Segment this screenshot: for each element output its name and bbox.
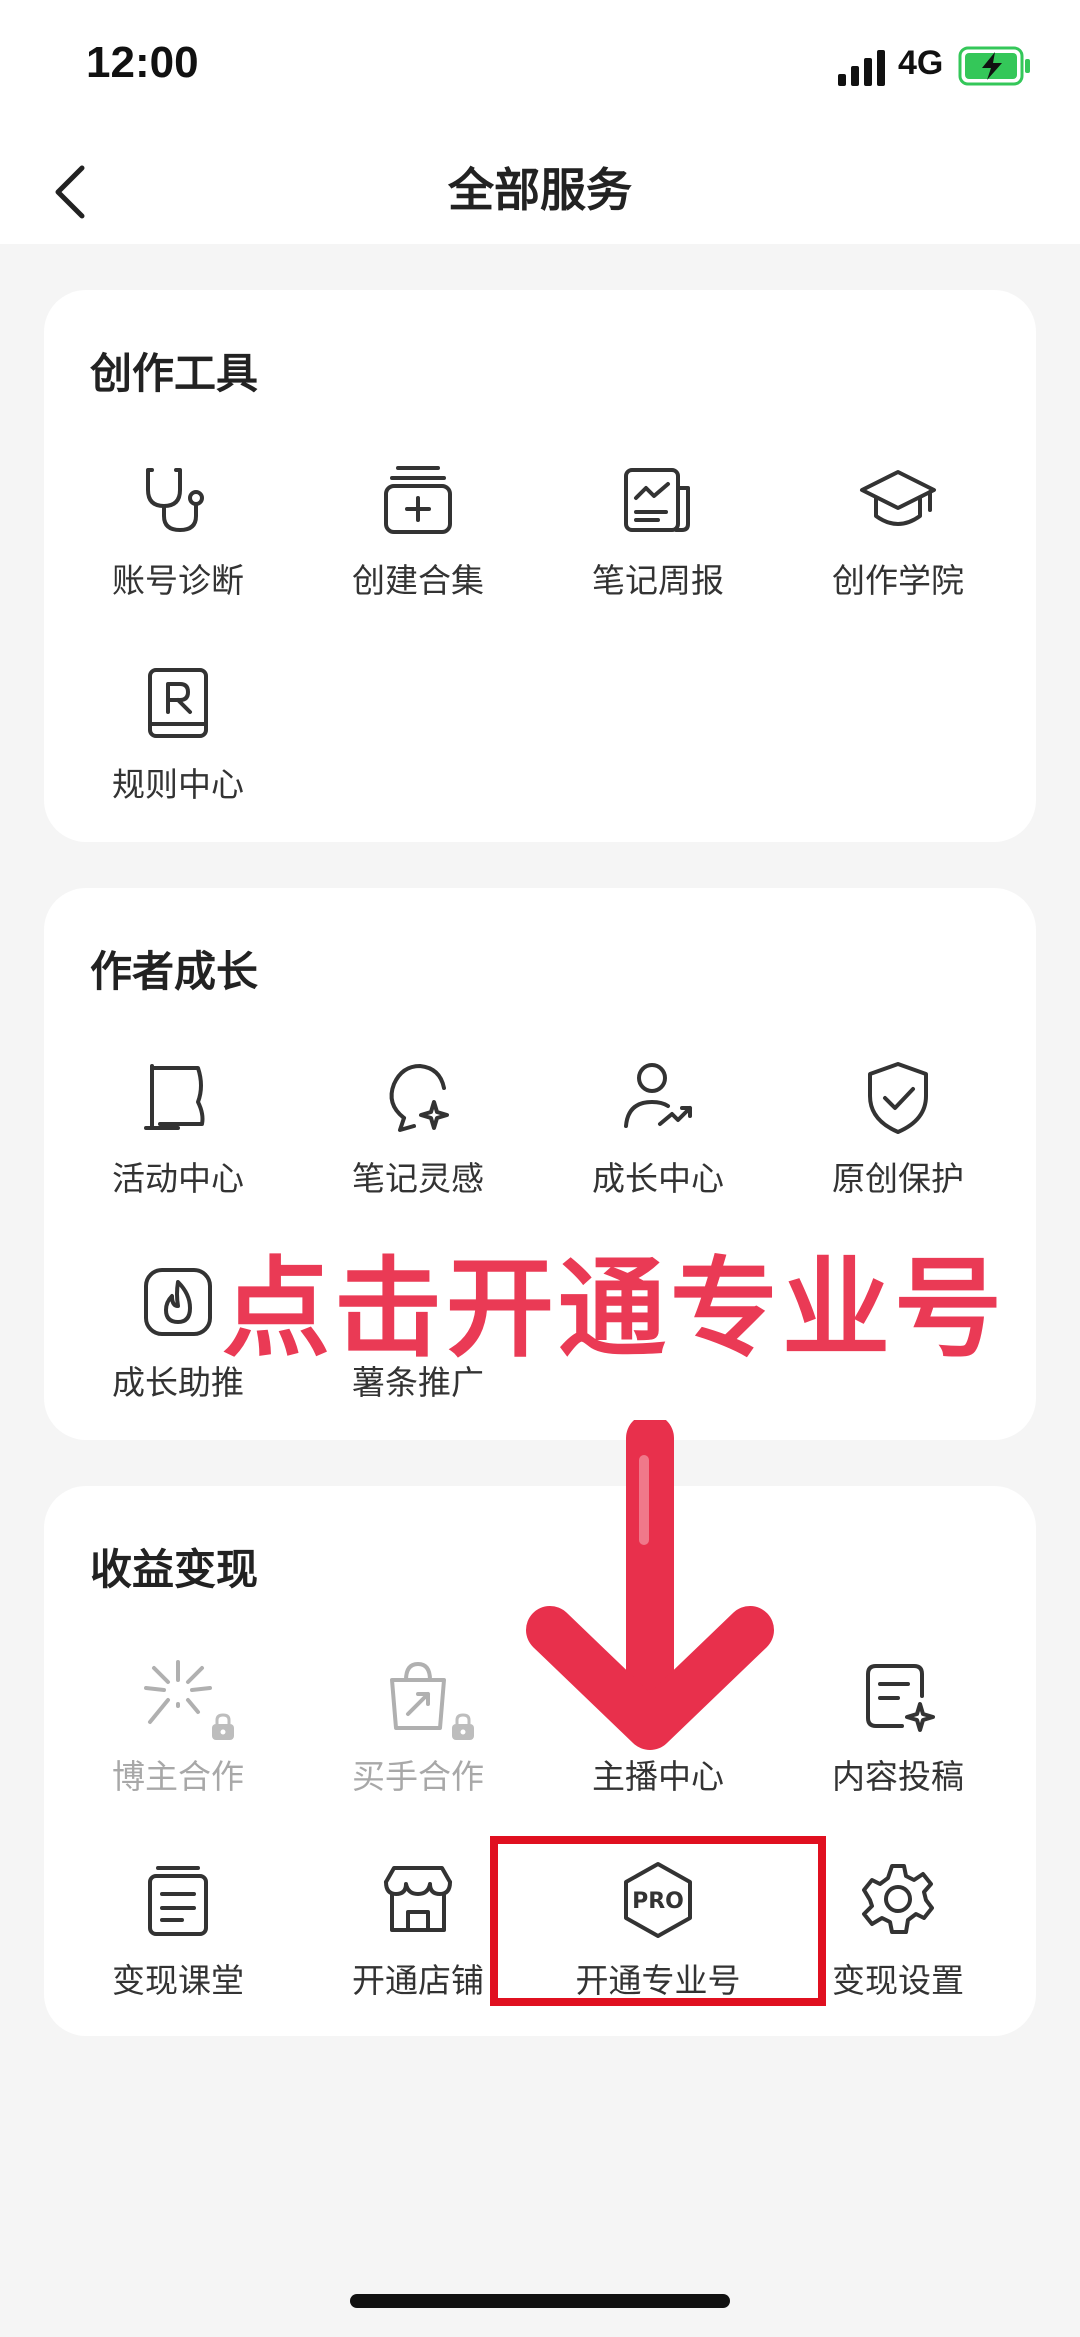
status-bar: 12:00 4G [0, 0, 1080, 140]
stethoscope-icon [146, 468, 204, 532]
item-label: 创作学院 [832, 561, 964, 600]
shield-check-icon [868, 1062, 928, 1134]
lock-icon [452, 1713, 474, 1740]
item-label: 内容投稿 [832, 1757, 964, 1796]
network-type: 4G [898, 44, 944, 82]
item-label: 规则中心 [112, 765, 244, 804]
section-title-monetize: 收益变现 [90, 1545, 259, 1594]
page-title: 全部服务 [448, 163, 632, 217]
item-account-diagnosis[interactable]: 账号诊断 [58, 460, 298, 600]
nav-bar: 全部服务 [0, 140, 1080, 244]
item-growth-center[interactable]: 成长中心 [538, 1058, 778, 1198]
item-creation-academy[interactable]: 创作学院 [778, 460, 1018, 600]
item-notes-weekly[interactable]: 笔记周报 [538, 460, 778, 600]
flame-icon [144, 1268, 212, 1336]
item-activity-center[interactable]: 活动中心 [58, 1058, 298, 1198]
item-create-collection[interactable]: 创建合集 [298, 460, 538, 600]
item-content-submission[interactable]: 内容投稿 [778, 1656, 1018, 1796]
item-rules-center[interactable]: 规则中心 [58, 664, 298, 804]
lightbulb-sparkle-icon [389, 1064, 449, 1132]
item-monetize-class[interactable]: 变现课堂 [58, 1860, 298, 2000]
highlight-box [490, 1836, 826, 2006]
item-label: 原创保护 [832, 1159, 964, 1198]
item-label: 活动中心 [112, 1159, 244, 1198]
gear-icon [862, 1864, 934, 1934]
lock-icon [212, 1713, 234, 1740]
signal-icon [838, 50, 885, 86]
item-label: 买手合作 [352, 1757, 484, 1796]
collection-add-icon [384, 466, 452, 534]
item-label: 账号诊断 [112, 561, 244, 600]
battery-charging-icon [958, 46, 1030, 86]
rules-book-icon [148, 668, 208, 738]
item-label: 博主合作 [112, 1757, 244, 1796]
item-label: 笔记灵感 [352, 1159, 484, 1198]
section-title-create: 创作工具 [90, 349, 259, 398]
item-label: 笔记周报 [592, 561, 724, 600]
item-buyer-cooperation[interactable]: 买手合作 [298, 1656, 538, 1796]
classroom-doc-icon [148, 1866, 208, 1936]
graduation-cap-icon [860, 470, 936, 526]
item-label: 主播中心 [592, 1757, 724, 1796]
weekly-report-icon [624, 468, 690, 532]
shopping-bag-icon [390, 1662, 446, 1730]
item-blogger-cooperation[interactable]: 博主合作 [58, 1656, 298, 1796]
card-create-tools: 创作工具 账号诊断 创建合集 笔记周报 创作学院 规则中心 [44, 290, 1036, 842]
flag-icon [144, 1064, 205, 1130]
item-note-inspiration[interactable]: 笔记灵感 [298, 1058, 538, 1198]
sparkle-burst-icon [144, 1660, 212, 1724]
document-sparkle-icon [866, 1664, 935, 1732]
storefront-icon [384, 1866, 452, 1932]
user-growth-icon [624, 1063, 692, 1128]
home-indicator[interactable] [350, 2294, 730, 2308]
item-original-protection[interactable]: 原创保护 [778, 1058, 1018, 1198]
section-title-growth: 作者成长 [90, 947, 259, 996]
item-label: 变现课堂 [112, 1961, 244, 2000]
annotation-caption: 点击开通专业号 [222, 1247, 1007, 1372]
down-arrow-icon [526, 1420, 774, 1750]
item-label: 成长中心 [592, 1159, 724, 1198]
item-label: 创建合集 [352, 561, 484, 600]
status-time: 12:00 [86, 38, 199, 87]
